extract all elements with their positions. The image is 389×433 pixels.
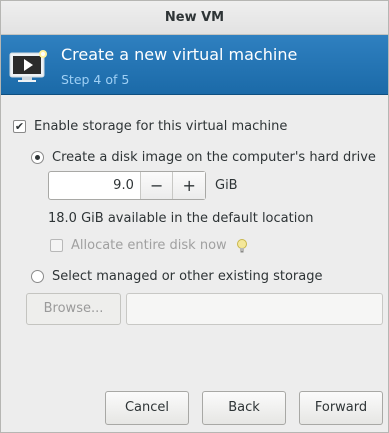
- wizard-header: Create a new virtual machine Step 4 of 5: [1, 35, 388, 94]
- create-disk-option[interactable]: Create a disk image on the computer's ha…: [31, 150, 376, 165]
- header-divider: [1, 94, 388, 95]
- wizard-step: Step 4 of 5: [61, 72, 130, 87]
- storage-path-input[interactable]: [126, 293, 383, 325]
- enable-storage-label: Enable storage for this virtual machine: [34, 119, 288, 134]
- enable-storage-checkbox[interactable]: ✔: [13, 120, 26, 133]
- disk-size-unit: GiB: [215, 178, 238, 193]
- create-disk-label: Create a disk image on the computer's ha…: [52, 150, 376, 165]
- wizard-title: Create a new virtual machine: [61, 45, 298, 64]
- radio-selected-dot: [35, 155, 40, 160]
- checkmark-icon: ✔: [14, 120, 25, 133]
- disk-size-spinner[interactable]: 9.0 − +: [48, 171, 206, 200]
- allocate-disk-checkbox[interactable]: [50, 239, 63, 252]
- increment-button[interactable]: +: [172, 172, 206, 199]
- cancel-button[interactable]: Cancel: [105, 391, 189, 425]
- forward-button[interactable]: Forward: [299, 391, 383, 425]
- existing-storage-label: Select managed or other existing storage: [52, 269, 323, 284]
- window-title: New VM: [1, 1, 388, 35]
- virtual-machine-icon: [9, 50, 47, 82]
- allocate-disk-label: Allocate entire disk now: [71, 238, 227, 253]
- browse-button[interactable]: Browse...: [26, 293, 121, 325]
- back-button[interactable]: Back: [202, 391, 286, 425]
- lightbulb-hint-icon: [237, 239, 247, 253]
- create-disk-radio[interactable]: [31, 151, 44, 164]
- enable-storage-option[interactable]: ✔ Enable storage for this virtual machin…: [13, 119, 287, 134]
- existing-storage-option[interactable]: Select managed or other existing storage: [31, 269, 322, 284]
- allocate-disk-option[interactable]: Allocate entire disk now: [50, 238, 227, 253]
- available-space-text: 18.0 GiB available in the default locati…: [48, 211, 314, 226]
- new-vm-dialog: New VM Create a new virtual machine Step…: [0, 0, 389, 433]
- disk-size-input[interactable]: 9.0: [49, 172, 140, 199]
- existing-storage-radio[interactable]: [31, 270, 44, 283]
- decrement-button[interactable]: −: [139, 172, 173, 199]
